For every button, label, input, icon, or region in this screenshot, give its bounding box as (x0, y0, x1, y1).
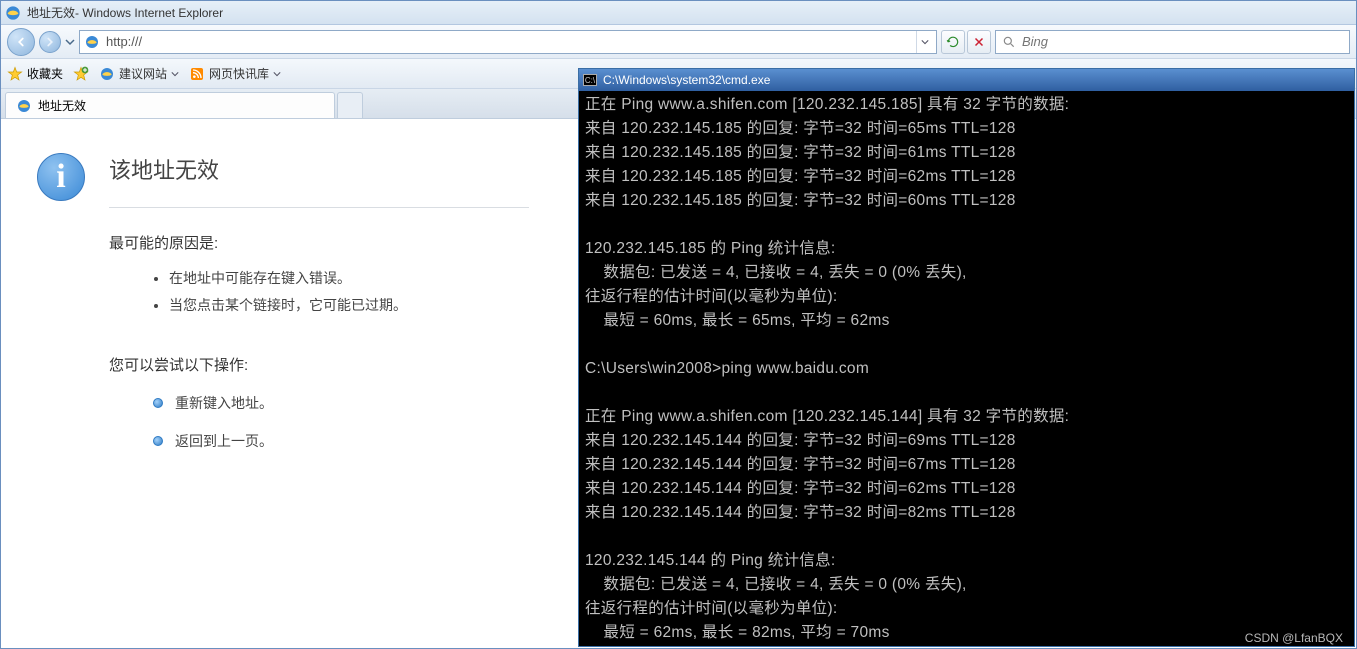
cmd-titlebar[interactable]: C:\ C:\Windows\system32\cmd.exe (579, 69, 1354, 91)
chevron-down-icon (273, 70, 281, 78)
causes-title: 最可能的原因是: (109, 232, 529, 253)
ie-navbar (1, 25, 1356, 59)
ie-titlebar: 地址无效 - Windows Internet Explorer (1, 1, 1356, 25)
action-label: 返回到上一页。 (175, 431, 273, 451)
ie-logo-icon (5, 5, 21, 21)
bullet-icon (153, 398, 163, 408)
url-dropdown[interactable] (916, 31, 932, 53)
ie-tab-icon (16, 98, 32, 114)
refresh-icon (946, 35, 960, 49)
info-icon: i (37, 153, 85, 201)
fav-link-label: 网页快讯库 (209, 65, 269, 82)
refresh-button[interactable] (941, 30, 965, 54)
url-bar[interactable] (79, 30, 937, 54)
tab-active[interactable]: 地址无效 (5, 92, 335, 118)
action-back[interactable]: 返回到上一页。 (153, 431, 529, 451)
ie-small-icon (99, 66, 115, 82)
add-favorite-icon[interactable] (73, 66, 89, 82)
window-title-page: 地址无效 (27, 4, 75, 21)
fav-link-suggested[interactable]: 建议网站 (99, 65, 179, 82)
forward-button[interactable] (39, 31, 61, 53)
new-tab-button[interactable] (337, 92, 363, 118)
search-icon (1002, 35, 1016, 49)
search-input[interactable] (1022, 34, 1343, 49)
url-input[interactable] (106, 34, 910, 49)
back-button[interactable] (7, 28, 35, 56)
cmd-title-text: C:\Windows\system32\cmd.exe (603, 73, 770, 87)
stop-button[interactable] (967, 30, 991, 54)
cmd-window: C:\ C:\Windows\system32\cmd.exe 正在 Ping … (578, 68, 1355, 647)
cause-item: 当您点击某个链接时，它可能已过期。 (169, 292, 529, 319)
fav-link-webfeeds[interactable]: 网页快讯库 (189, 65, 281, 82)
divider (109, 207, 529, 208)
chevron-down-icon (171, 70, 179, 78)
action-retype[interactable]: 重新键入地址。 (153, 393, 529, 413)
close-icon (973, 36, 985, 48)
cause-item: 在地址中可能存在键入错误。 (169, 265, 529, 292)
window-title-app: - Windows Internet Explorer (75, 6, 223, 20)
causes-list: 在地址中可能存在键入错误。 当您点击某个链接时，它可能已过期。 (109, 265, 529, 318)
favorites-button[interactable]: 收藏夹 (7, 65, 63, 82)
error-heading: 该地址无效 (109, 153, 529, 185)
action-label: 重新键入地址。 (175, 393, 273, 413)
try-title: 您可以尝试以下操作: (109, 354, 529, 375)
tab-label: 地址无效 (38, 97, 86, 114)
search-box[interactable] (995, 30, 1350, 54)
star-icon (7, 66, 23, 82)
feed-icon (189, 66, 205, 82)
favorites-label: 收藏夹 (27, 65, 63, 82)
fav-link-label: 建议网站 (119, 65, 167, 82)
cmd-output[interactable]: 正在 Ping www.a.shifen.com [120.232.145.18… (579, 91, 1354, 647)
ie-page-icon (84, 34, 100, 50)
cmd-icon: C:\ (583, 74, 597, 86)
bullet-icon (153, 436, 163, 446)
history-dropdown-icon[interactable] (65, 37, 75, 47)
toolbar-buttons (941, 30, 991, 54)
watermark: CSDN @LfanBQX (1245, 631, 1343, 645)
